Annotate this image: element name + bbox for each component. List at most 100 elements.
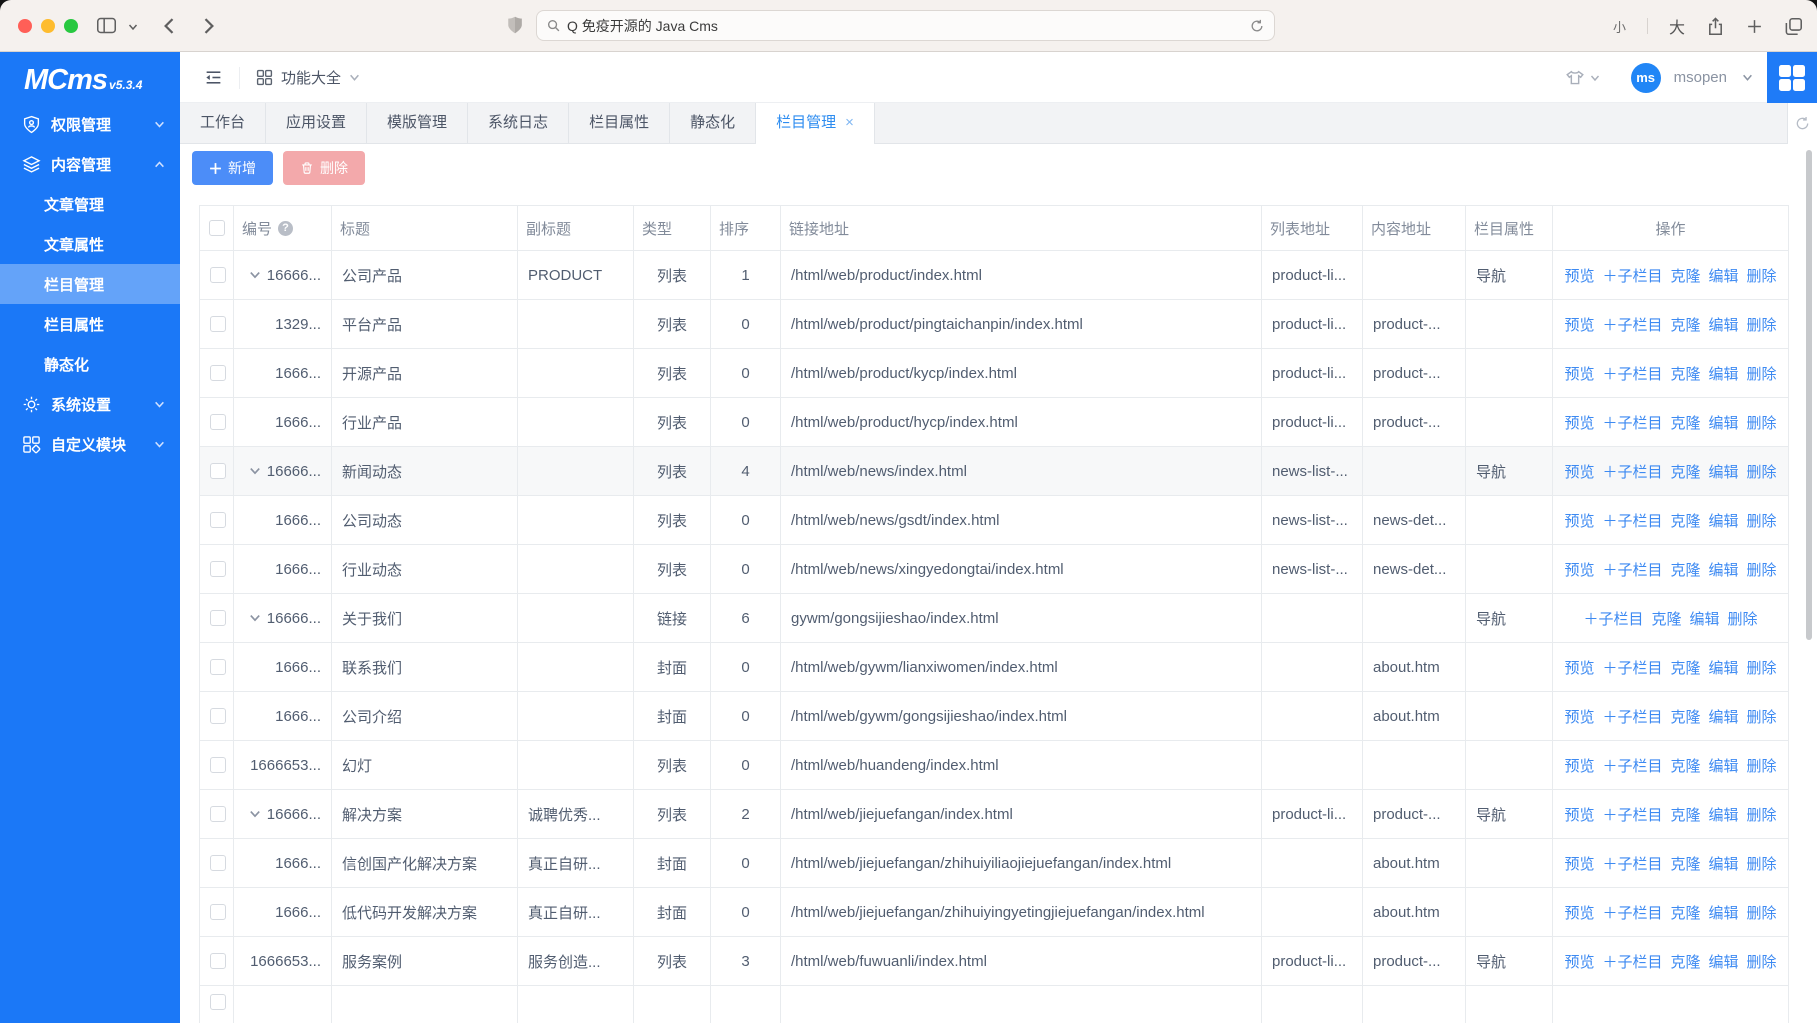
tab-item[interactable]: 应用设置	[266, 103, 367, 144]
sidebar-item[interactable]: 静态化	[0, 344, 180, 384]
action-link[interactable]: 克隆	[1670, 268, 1700, 285]
tab-item[interactable]: 工作台	[180, 103, 266, 144]
expand-chevron-icon[interactable]	[249, 269, 261, 281]
action-link[interactable]: 编辑	[1709, 856, 1739, 873]
sidebar-group[interactable]: 系统设置	[0, 384, 180, 424]
action-link[interactable]: ＋子栏目	[1602, 709, 1662, 726]
action-link[interactable]: 克隆	[1670, 317, 1700, 334]
action-link[interactable]: ＋子栏目	[1602, 562, 1662, 579]
tab-close-icon[interactable]: ×	[845, 114, 854, 131]
row-checkbox[interactable]	[210, 316, 226, 332]
action-link[interactable]: 编辑	[1709, 317, 1739, 334]
row-checkbox[interactable]	[210, 414, 226, 430]
action-link[interactable]: 克隆	[1670, 464, 1700, 481]
action-link[interactable]: 克隆	[1670, 513, 1700, 530]
action-link[interactable]: 编辑	[1709, 954, 1739, 971]
action-link[interactable]: 删除	[1747, 415, 1777, 432]
tab-item[interactable]: 模版管理	[367, 103, 468, 144]
action-link[interactable]: ＋子栏目	[1602, 513, 1662, 530]
action-link[interactable]: 编辑	[1709, 758, 1739, 775]
action-link[interactable]: 删除	[1747, 660, 1777, 677]
sidebar-group[interactable]: 权限管理	[0, 104, 180, 144]
row-checkbox[interactable]	[210, 708, 226, 724]
apps-grid-button[interactable]	[1767, 52, 1817, 103]
row-checkbox[interactable]	[210, 267, 226, 283]
zoom-window-button[interactable]	[64, 19, 78, 33]
row-checkbox[interactable]	[210, 904, 226, 920]
row-checkbox[interactable]	[210, 806, 226, 822]
action-link[interactable]: 预览	[1564, 758, 1594, 775]
action-link[interactable]: 预览	[1564, 415, 1594, 432]
select-all-checkbox[interactable]	[209, 220, 225, 236]
share-icon[interactable]	[1706, 17, 1725, 36]
action-link[interactable]: 编辑	[1709, 513, 1739, 530]
action-link[interactable]: 编辑	[1709, 807, 1739, 824]
sidebar-item[interactable]: 文章管理	[0, 184, 180, 224]
action-link[interactable]: 删除	[1747, 807, 1777, 824]
action-link[interactable]: ＋子栏目	[1602, 660, 1662, 677]
tab-item[interactable]: 系统日志	[468, 103, 569, 144]
avatar[interactable]: ms	[1631, 63, 1661, 93]
action-link[interactable]: ＋子栏目	[1602, 268, 1662, 285]
action-link[interactable]: 克隆	[1670, 758, 1700, 775]
action-link[interactable]: 删除	[1747, 758, 1777, 775]
add-button[interactable]: 新增	[192, 151, 273, 185]
action-link[interactable]: ＋子栏目	[1583, 611, 1643, 628]
action-link[interactable]: 预览	[1564, 317, 1594, 334]
action-link[interactable]: 克隆	[1670, 709, 1700, 726]
action-link[interactable]: ＋子栏目	[1602, 758, 1662, 775]
action-link[interactable]: 预览	[1564, 464, 1594, 481]
action-link[interactable]: 预览	[1564, 905, 1594, 922]
action-link[interactable]: 克隆	[1670, 415, 1700, 432]
action-link[interactable]: 克隆	[1670, 562, 1700, 579]
action-link[interactable]: 预览	[1564, 807, 1594, 824]
action-link[interactable]: 删除	[1747, 317, 1777, 334]
tab-item[interactable]: 栏目属性	[569, 103, 670, 144]
action-link[interactable]: 删除	[1747, 366, 1777, 383]
action-link[interactable]: ＋子栏目	[1602, 856, 1662, 873]
menu-fold-icon[interactable]	[204, 68, 223, 87]
action-link[interactable]: 克隆	[1670, 954, 1700, 971]
expand-chevron-icon[interactable]	[249, 465, 261, 477]
row-checkbox[interactable]	[210, 994, 226, 1010]
action-link[interactable]: 预览	[1564, 513, 1594, 530]
action-link[interactable]: 删除	[1747, 513, 1777, 530]
row-checkbox[interactable]	[210, 855, 226, 871]
text-larger-button[interactable]: 大	[1669, 14, 1685, 38]
action-link[interactable]: 删除	[1728, 611, 1758, 628]
row-checkbox[interactable]	[210, 610, 226, 626]
action-link[interactable]: ＋子栏目	[1602, 317, 1662, 334]
action-link[interactable]: 预览	[1564, 562, 1594, 579]
sidebar-group[interactable]: 自定义模块	[0, 424, 180, 464]
sidebar-item[interactable]: 栏目属性	[0, 304, 180, 344]
action-link[interactable]: 删除	[1747, 905, 1777, 922]
action-link[interactable]: 克隆	[1670, 856, 1700, 873]
action-link[interactable]: 编辑	[1709, 464, 1739, 481]
action-link[interactable]: 删除	[1747, 856, 1777, 873]
user-menu-chevron-icon[interactable]	[1742, 72, 1753, 83]
back-button[interactable]	[160, 16, 180, 36]
action-link[interactable]: 删除	[1747, 268, 1777, 285]
expand-chevron-icon[interactable]	[249, 612, 261, 624]
action-link[interactable]: 预览	[1564, 268, 1594, 285]
action-link[interactable]: 预览	[1564, 660, 1594, 677]
row-checkbox[interactable]	[210, 561, 226, 577]
forward-button[interactable]	[198, 16, 218, 36]
scrollbar-thumb[interactable]	[1806, 150, 1812, 640]
action-link[interactable]: 预览	[1564, 954, 1594, 971]
action-link[interactable]: 删除	[1747, 562, 1777, 579]
chevron-down-icon[interactable]	[128, 22, 138, 32]
sidebar-toggle-icon[interactable]	[96, 15, 117, 36]
text-smaller-button[interactable]: 小	[1613, 17, 1626, 36]
action-link[interactable]: ＋子栏目	[1602, 366, 1662, 383]
row-checkbox[interactable]	[210, 365, 226, 381]
action-link[interactable]: 预览	[1564, 709, 1594, 726]
reload-icon[interactable]	[1250, 19, 1264, 33]
action-link[interactable]: 编辑	[1709, 562, 1739, 579]
action-link[interactable]: 删除	[1747, 709, 1777, 726]
row-checkbox[interactable]	[210, 757, 226, 773]
action-link[interactable]: ＋子栏目	[1602, 954, 1662, 971]
action-link[interactable]: 预览	[1564, 366, 1594, 383]
action-link[interactable]: 克隆	[1670, 807, 1700, 824]
tab-active[interactable]: 栏目管理×	[756, 103, 875, 144]
